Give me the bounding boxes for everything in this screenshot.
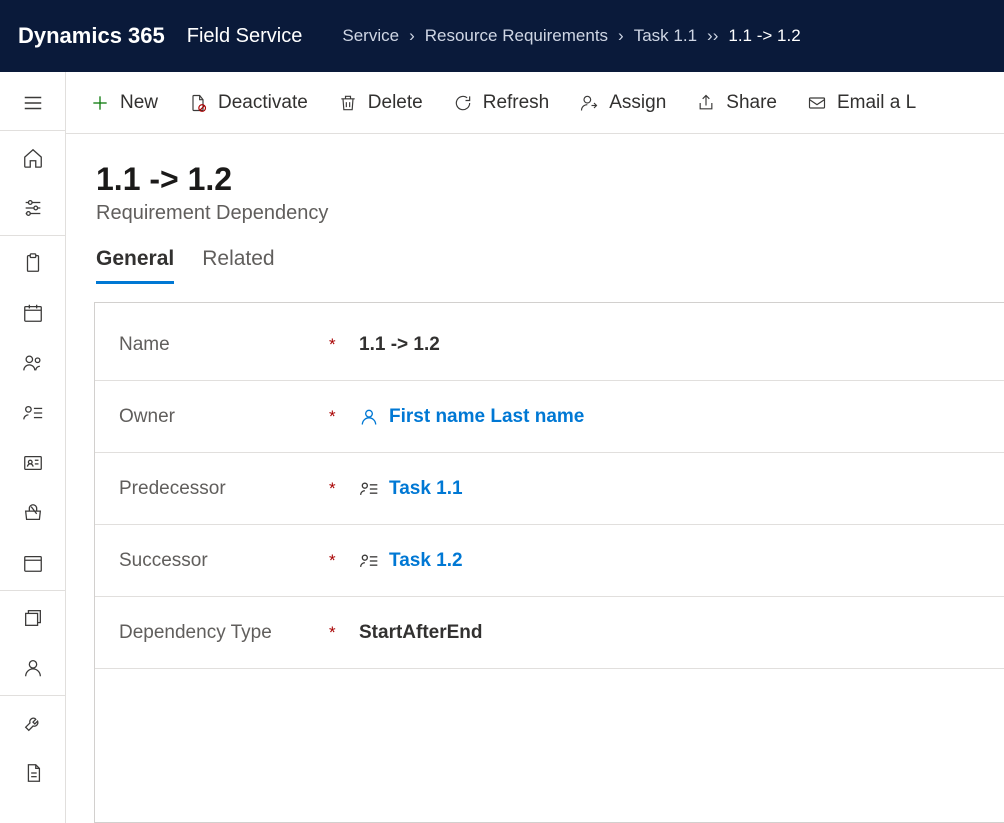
new-button-label: New	[120, 92, 158, 114]
refresh-button-label: Refresh	[483, 92, 550, 114]
required-mark: *	[329, 551, 359, 571]
person-list-icon	[359, 551, 379, 571]
document-icon	[22, 762, 44, 784]
chevron-right-icon: ›	[618, 26, 624, 46]
nav-document[interactable]	[0, 748, 66, 798]
required-mark: *	[329, 623, 359, 643]
nav-wrench[interactable]	[0, 698, 66, 748]
deactivate-icon	[188, 93, 208, 113]
email-button[interactable]: Email a L	[795, 86, 928, 120]
home-icon	[22, 147, 44, 169]
nav-people[interactable]	[0, 338, 66, 388]
page-subtitle: Requirement Dependency	[96, 202, 1004, 225]
form-panel: Name * 1.1 -> 1.2 Owner * First name Las…	[94, 302, 1004, 823]
refresh-button[interactable]: Refresh	[441, 86, 562, 120]
breadcrumb-item-resource-requirements[interactable]: Resource Requirements	[425, 26, 608, 46]
breadcrumb-item-current: 1.1 -> 1.2	[728, 26, 800, 46]
calendar2-icon	[22, 552, 44, 574]
id-card-icon	[22, 452, 44, 474]
share-button-label: Share	[726, 92, 777, 114]
person-list-icon	[359, 479, 379, 499]
clipboard-icon	[22, 252, 44, 274]
breadcrumb: Service › Resource Requirements › Task 1…	[342, 26, 800, 46]
nav-id-card[interactable]	[0, 438, 66, 488]
nav-sliders[interactable]	[0, 183, 66, 233]
predecessor-link[interactable]: Task 1.1	[389, 478, 463, 500]
field-predecessor-label: Predecessor	[119, 478, 329, 500]
nav-schedule[interactable]	[0, 538, 66, 588]
menu-toggle-button[interactable]	[0, 78, 66, 128]
chevron-double-right-icon: ››	[707, 26, 718, 46]
tabs: General Related	[66, 225, 1004, 284]
sliders-icon	[22, 197, 44, 219]
page-header: 1.1 -> 1.2 Requirement Dependency	[66, 134, 1004, 225]
left-nav-rail	[0, 72, 66, 823]
toolbox-icon	[22, 502, 44, 524]
main-panel: New Deactivate Delete	[66, 72, 1004, 823]
plus-icon	[90, 93, 110, 113]
people-icon	[22, 352, 44, 374]
nav-home[interactable]	[0, 133, 66, 183]
delete-button[interactable]: Delete	[326, 86, 435, 120]
new-button[interactable]: New	[78, 86, 170, 120]
top-header: Dynamics 365 Field Service Service › Res…	[0, 0, 1004, 72]
command-bar: New Deactivate Delete	[66, 72, 1004, 134]
field-predecessor-value[interactable]: Task 1.1	[359, 478, 1004, 500]
refresh-icon	[453, 93, 473, 113]
field-owner: Owner * First name Last name	[95, 381, 1004, 453]
person-icon	[359, 407, 379, 427]
field-deptype-value[interactable]: StartAfterEnd	[359, 622, 1004, 644]
breadcrumb-item-service[interactable]: Service	[342, 26, 399, 46]
brand-title: Dynamics 365	[18, 23, 165, 49]
tab-general[interactable]: General	[96, 247, 174, 284]
nav-clipboard[interactable]	[0, 238, 66, 288]
nav-toolbox[interactable]	[0, 488, 66, 538]
field-name-label: Name	[119, 334, 329, 356]
delete-button-label: Delete	[368, 92, 423, 114]
required-mark: *	[329, 479, 359, 499]
app-name[interactable]: Field Service	[187, 25, 303, 48]
field-name: Name * 1.1 -> 1.2	[95, 309, 1004, 381]
stacked-windows-icon	[22, 607, 44, 629]
nav-windows[interactable]	[0, 593, 66, 643]
breadcrumb-item-task[interactable]: Task 1.1	[634, 26, 697, 46]
assign-icon	[579, 93, 599, 113]
trash-icon	[338, 93, 358, 113]
field-name-value[interactable]: 1.1 -> 1.2	[359, 334, 1004, 356]
person-icon	[22, 657, 44, 679]
chevron-right-icon: ›	[409, 26, 415, 46]
deptype-text: StartAfterEnd	[359, 622, 483, 644]
assign-button-label: Assign	[609, 92, 666, 114]
field-successor-value[interactable]: Task 1.2	[359, 550, 1004, 572]
nav-calendar[interactable]	[0, 288, 66, 338]
field-predecessor: Predecessor * Task 1.1	[95, 453, 1004, 525]
share-button[interactable]: Share	[684, 86, 789, 120]
wrench-icon	[22, 712, 44, 734]
field-successor-label: Successor	[119, 550, 329, 572]
tab-related[interactable]: Related	[202, 247, 274, 284]
successor-link[interactable]: Task 1.2	[389, 550, 463, 572]
email-icon	[807, 93, 827, 113]
email-button-label: Email a L	[837, 92, 916, 114]
deactivate-button[interactable]: Deactivate	[176, 86, 320, 120]
field-name-text: 1.1 -> 1.2	[359, 334, 440, 356]
field-owner-value[interactable]: First name Last name	[359, 406, 1004, 428]
field-deptype-label: Dependency Type	[119, 622, 329, 644]
required-mark: *	[329, 335, 359, 355]
field-owner-label: Owner	[119, 406, 329, 428]
assign-button[interactable]: Assign	[567, 86, 678, 120]
field-successor: Successor * Task 1.2	[95, 525, 1004, 597]
nav-person[interactable]	[0, 643, 66, 693]
calendar-icon	[22, 302, 44, 324]
field-dependency-type: Dependency Type * StartAfterEnd	[95, 597, 1004, 669]
required-mark: *	[329, 407, 359, 427]
person-list-icon	[22, 402, 44, 424]
hamburger-icon	[22, 92, 44, 114]
share-icon	[696, 93, 716, 113]
owner-link[interactable]: First name Last name	[389, 406, 584, 428]
deactivate-button-label: Deactivate	[218, 92, 308, 114]
nav-person-list[interactable]	[0, 388, 66, 438]
page-title: 1.1 -> 1.2	[96, 160, 1004, 198]
